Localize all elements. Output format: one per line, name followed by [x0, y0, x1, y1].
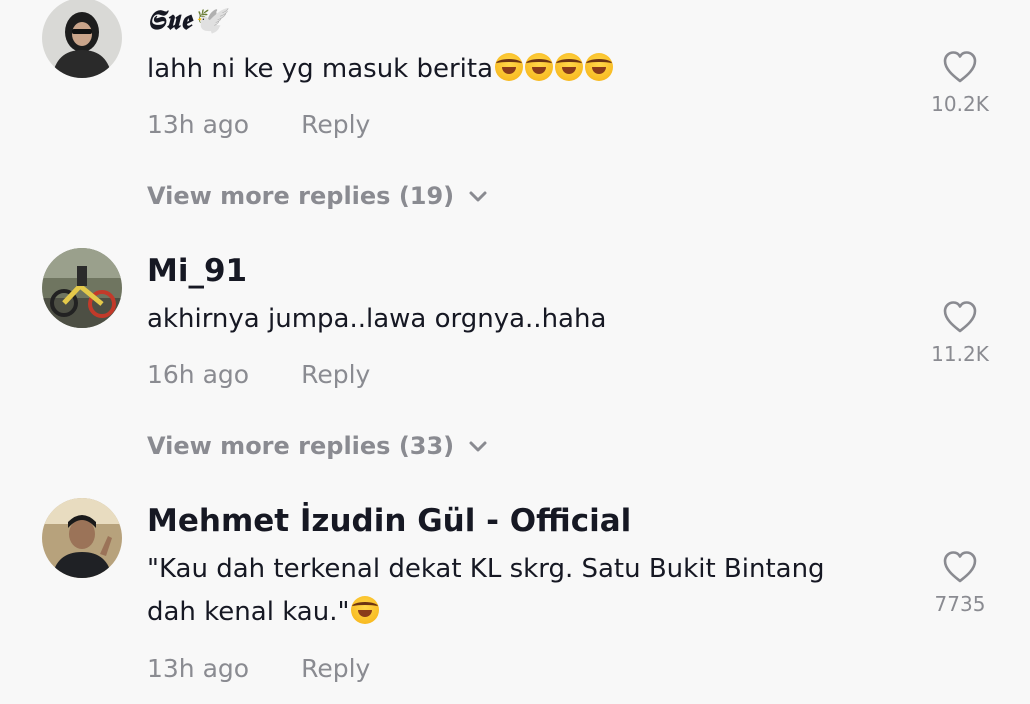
like-count: 7735 [934, 592, 986, 616]
view-more-replies-button[interactable]: View more replies (19) [147, 182, 488, 210]
avatar[interactable] [42, 248, 122, 328]
laughing-emoji-icon [585, 53, 614, 81]
comment-meta: 16h ago Reply [147, 360, 370, 389]
comment-text-line: "Kau dah terkenal dekat KL skrg. Satu Bu… [147, 554, 825, 584]
like-button[interactable]: 7735 [918, 550, 1002, 616]
avatar[interactable] [42, 0, 122, 78]
comment-timestamp: 13h ago [147, 110, 250, 139]
avatar[interactable] [42, 498, 122, 578]
heart-icon [943, 51, 977, 83]
heart-icon [943, 301, 977, 333]
comment-text: akhirnya jumpa..lawa orgnya..haha [147, 304, 607, 334]
laughing-emoji-icon [525, 53, 554, 81]
view-more-replies-button[interactable]: View more replies (33) [147, 432, 488, 460]
comment-text-content: lahh ni ke yg masuk berita [147, 54, 494, 84]
like-count: 11.2K [931, 342, 989, 366]
comment-text: lahh ni ke yg masuk berita [147, 48, 907, 91]
laughing-emoji-icon [555, 53, 584, 81]
chevron-down-icon [469, 191, 487, 202]
comment-text: "Kau dah terkenal dekat KL skrg. Satu Bu… [147, 548, 907, 634]
comment-text-content: dah kenal kau." [147, 597, 350, 627]
comment-username[interactable]: Mehmet İzudin Gül - Official [147, 503, 631, 539]
comment-timestamp: 13h ago [147, 654, 250, 683]
comment-username[interactable]: 𝕾𝖚𝖊🕊️ [147, 4, 227, 37]
reply-button[interactable]: Reply [301, 654, 370, 683]
view-more-label: View more replies (19) [147, 182, 455, 210]
comment-timestamp: 16h ago [147, 360, 250, 389]
laughing-emoji-icon [495, 53, 524, 81]
like-button[interactable]: 10.2K [918, 50, 1002, 116]
reply-button[interactable]: Reply [301, 110, 370, 139]
heart-icon [943, 551, 977, 583]
view-more-label: View more replies (33) [147, 432, 455, 460]
comment-username[interactable]: Mi_91 [147, 253, 247, 289]
comment-meta: 13h ago Reply [147, 110, 370, 139]
reply-button[interactable]: Reply [301, 360, 370, 389]
comment-text-line: dah kenal kau." [147, 591, 907, 634]
comment-meta: 13h ago Reply [147, 654, 370, 683]
chevron-down-icon [469, 441, 487, 452]
laughing-emoji-icon [351, 596, 380, 624]
like-button[interactable]: 11.2K [918, 300, 1002, 366]
like-count: 10.2K [931, 92, 989, 116]
